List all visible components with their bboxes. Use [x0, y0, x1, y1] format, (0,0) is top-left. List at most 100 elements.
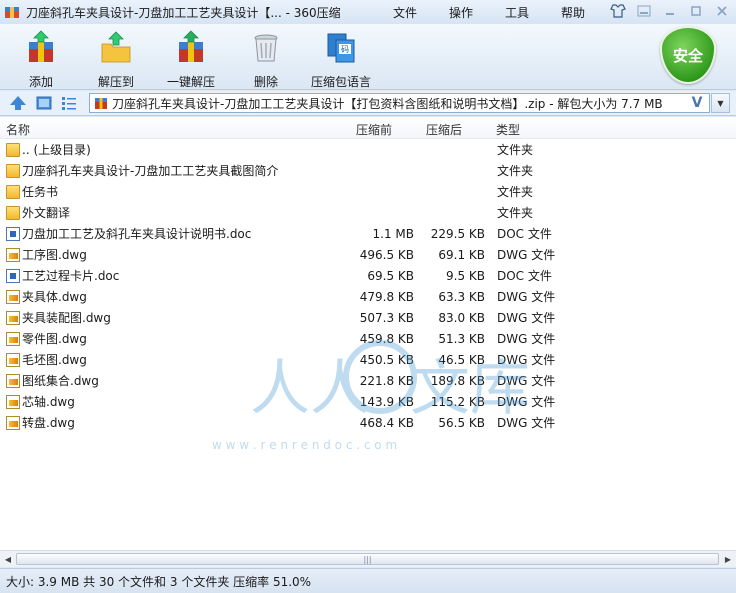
dwg-file-icon — [6, 394, 20, 409]
file-type: DWG 文件 — [497, 311, 556, 325]
file-size: 496.5 KB — [359, 247, 414, 262]
list-view-icon[interactable] — [60, 95, 78, 111]
doc-file-icon — [6, 226, 20, 241]
column-name[interactable]: 名称 — [6, 121, 30, 138]
file-name: 外文翻译 — [22, 206, 71, 220]
file-type: DWG 文件 — [497, 353, 556, 367]
dwg-file-icon — [6, 373, 20, 388]
file-row[interactable]: 刀盘加工工艺及斜孔车夹具设计说明书.doc 1.1 MB 229.5 KB DOC 文… — [0, 223, 736, 244]
maximize-icon[interactable] — [686, 3, 706, 19]
file-size: 507.3 KB — [359, 310, 414, 325]
file-packed-size: 189.8 KB — [430, 373, 485, 388]
file-type: 文件夹 — [497, 143, 534, 157]
file-row[interactable]: 夹具装配图.dwg 507.3 KB 83.0 KB DWG 文件 — [0, 307, 736, 328]
extract-to-button[interactable]: 解压到 — [81, 30, 151, 90]
trash-icon — [249, 30, 283, 64]
path-field[interactable]: 刀座斜孔车夹具设计-刀盘加工工艺夹具设计【打包资料含图纸和说明书文档】.zip … — [89, 93, 710, 113]
file-size: 221.8 KB — [359, 373, 414, 388]
add-button[interactable]: 添加 — [6, 30, 76, 90]
up-arrow-icon[interactable] — [9, 95, 27, 111]
file-name: 图纸集合.dwg — [22, 374, 99, 388]
file-row[interactable]: .. (上级目录) 文件夹 — [0, 139, 736, 160]
dwg-file-icon — [6, 415, 20, 430]
file-row[interactable]: 外文翻译 文件夹 — [0, 202, 736, 223]
file-row[interactable]: 零件图.dwg 459.8 KB 51.3 KB DWG 文件 — [0, 328, 736, 349]
file-row[interactable]: 工艺过程卡片.doc 69.5 KB 9.5 KB DOC 文件 — [0, 265, 736, 286]
file-name: 工艺过程卡片.doc — [22, 269, 120, 283]
file-name: 芯轴.dwg — [22, 395, 75, 409]
scroll-right-icon[interactable]: ▶ — [721, 553, 735, 566]
toolbar: 添加 解压到 一键解压 删除 码 压缩包语言 安全 — [0, 24, 736, 90]
dwg-file-icon — [6, 247, 20, 262]
file-row[interactable]: 转盘.dwg 468.4 KB 56.5 KB DWG 文件 — [0, 412, 736, 433]
mini-mode-icon[interactable] — [634, 3, 654, 19]
thumbnail-view-icon[interactable] — [35, 95, 53, 111]
file-list: 名称 压缩前 压缩后 类型 .. (上级目录) 文件夹 刀座斜孔车夹具设计-刀盘加工… — [0, 117, 736, 550]
list-header: 名称 压缩前 压缩后 类型 — [0, 117, 736, 139]
dwg-file-icon — [6, 331, 20, 346]
folder-extract-icon — [99, 30, 133, 64]
add-label: 添加 — [28, 75, 53, 89]
watermark-url: w w w . r e n r e n d o c . c o m — [212, 438, 397, 452]
file-type: DWG 文件 — [497, 248, 556, 262]
archive-icon — [95, 98, 107, 109]
folder-icon — [6, 205, 20, 220]
file-packed-size: 69.1 KB — [438, 247, 485, 262]
doc-file-icon — [6, 268, 20, 283]
minimize-icon[interactable] — [660, 3, 680, 19]
status-bar: 大小: 3.9 MB 共 30 个文件和 3 个文件夹 压缩率 51.0% — [0, 568, 736, 593]
chevron-down-icon[interactable]: ▼ — [711, 93, 730, 113]
file-packed-size: 51.3 KB — [438, 331, 485, 346]
scroll-left-icon[interactable]: ◀ — [1, 553, 15, 566]
file-name: 毛坯图.dwg — [22, 353, 87, 367]
folder-icon — [6, 184, 20, 199]
safety-badge: 安全 — [660, 26, 716, 84]
file-row[interactable]: 毛坯图.dwg 450.5 KB 46.5 KB DWG 文件 — [0, 349, 736, 370]
file-packed-size: 83.0 KB — [438, 310, 485, 325]
scroll-thumb[interactable]: ||| — [16, 553, 719, 565]
close-icon[interactable] — [712, 3, 732, 19]
horizontal-scrollbar[interactable]: ◀ ||| ▶ — [0, 550, 736, 567]
menu-help[interactable]: 帮助 — [545, 4, 601, 21]
menu-file[interactable]: 文件 — [377, 4, 433, 21]
file-type: DWG 文件 — [497, 395, 556, 409]
archive-extract-icon — [174, 30, 208, 64]
file-packed-size: 56.5 KB — [438, 415, 485, 430]
column-type[interactable]: 类型 — [496, 121, 520, 138]
menu-tools[interactable]: 工具 — [489, 4, 545, 21]
path-text: 刀座斜孔车夹具设计-刀盘加工工艺夹具设计【打包资料含图纸和说明书文档】.zip … — [112, 96, 663, 111]
file-name: 夹具装配图.dwg — [22, 311, 111, 325]
column-size[interactable]: 压缩前 — [356, 121, 392, 138]
file-type: 文件夹 — [497, 185, 534, 199]
file-type: DOC 文件 — [497, 269, 552, 283]
file-size: 1.1 MB — [372, 226, 414, 241]
file-packed-size: 46.5 KB — [438, 352, 485, 367]
file-size: 459.8 KB — [359, 331, 414, 346]
search-toggle-icon[interactable]: V — [685, 94, 709, 112]
delete-button[interactable]: 删除 — [231, 30, 301, 90]
menu-operation[interactable]: 操作 — [433, 4, 489, 21]
file-name: 零件图.dwg — [22, 332, 87, 346]
status-text: 大小: 3.9 MB 共 30 个文件和 3 个文件夹 压缩率 51.0% — [6, 574, 312, 589]
file-size: 479.8 KB — [359, 289, 414, 304]
svg-text:码: 码 — [341, 45, 349, 54]
one-click-extract-label: 一键解压 — [166, 75, 215, 89]
file-row[interactable]: 夹具体.dwg 479.8 KB 63.3 KB DWG 文件 — [0, 286, 736, 307]
archive-language-button[interactable]: 码 压缩包语言 — [306, 30, 376, 90]
file-row[interactable]: 刀座斜孔车夹具设计-刀盘加工工艺夹具截图简介 文件夹 — [0, 160, 736, 181]
file-row[interactable]: 芯轴.dwg 143.9 KB 115.2 KB DWG 文件 — [0, 391, 736, 412]
one-click-extract-button[interactable]: 一键解压 — [156, 30, 226, 90]
security-shield[interactable]: 安全 — [660, 26, 716, 88]
title-bar: 刀座斜孔车夹具设计-刀盘加工工艺夹具设计【... - 360压缩 文件 操作 工… — [0, 0, 736, 24]
file-size: 69.5 KB — [367, 268, 414, 283]
file-row[interactable]: 任务书 文件夹 — [0, 181, 736, 202]
file-row[interactable]: 图纸集合.dwg 221.8 KB 189.8 KB DWG 文件 — [0, 370, 736, 391]
skin-icon[interactable] — [608, 3, 628, 19]
file-row[interactable]: 工序图.dwg 496.5 KB 69.1 KB DWG 文件 — [0, 244, 736, 265]
add-archive-icon — [24, 30, 58, 64]
folder-icon — [6, 163, 20, 178]
file-packed-size: 9.5 KB — [446, 268, 485, 283]
file-type: DWG 文件 — [497, 416, 556, 430]
column-packed[interactable]: 压缩后 — [426, 121, 462, 138]
dwg-file-icon — [6, 352, 20, 367]
